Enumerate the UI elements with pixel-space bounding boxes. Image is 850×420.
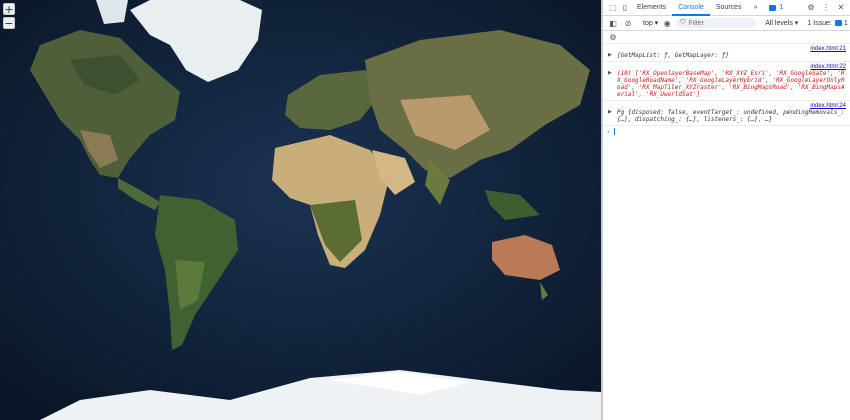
- kebab-menu-icon[interactable]: ⋮: [820, 2, 832, 14]
- zoom-out-button[interactable]: −: [3, 17, 15, 29]
- world-map[interactable]: + −: [0, 0, 601, 420]
- filter-field[interactable]: ⛉: [676, 18, 757, 28]
- issues-badge[interactable]: 1: [769, 4, 783, 11]
- console-entry: index.html:22 ▶ (10) ['RX_OpenlayerBaseM…: [603, 62, 850, 101]
- issues-counter[interactable]: 1 Issue: 1: [807, 20, 847, 27]
- satellite-imagery: [0, 0, 601, 420]
- zoom-control: + −: [3, 3, 15, 29]
- prompt-chevron-icon: ›: [607, 128, 610, 136]
- console-settings-row: ⚙: [603, 31, 850, 44]
- issues-label: 1 Issue:: [807, 19, 832, 27]
- console-entry: index.html:24 ▶ Pg {disposed: false, eve…: [603, 101, 850, 126]
- filter-input[interactable]: [688, 19, 749, 27]
- live-expression-eye-icon[interactable]: ◉: [661, 17, 673, 29]
- log-levels-dropdown[interactable]: All levels ▾: [765, 19, 798, 27]
- text-caret: [613, 128, 615, 135]
- issues-count: 1: [843, 19, 848, 27]
- device-toolbar-icon[interactable]: ▯: [619, 2, 631, 14]
- settings-gear-icon[interactable]: ⚙: [805, 2, 817, 14]
- message-icon: [769, 4, 777, 11]
- message-icon: [834, 20, 842, 26]
- expand-arrow-icon[interactable]: ▶: [607, 70, 617, 77]
- inspect-element-icon[interactable]: ⬚: [607, 2, 619, 14]
- issues-badge-count: 1: [779, 4, 784, 11]
- close-icon[interactable]: ✕: [835, 2, 847, 14]
- log-value: {GetMapList: ƒ, GetMapLayer: ƒ}: [617, 52, 729, 59]
- more-tabs-button[interactable]: »: [748, 0, 764, 16]
- console-entry: index.html:21 ▶ {GetMapList: ƒ, GetMapLa…: [603, 44, 850, 62]
- console-toolbar: ◧ ⊘ top ▾ ◉ ⛉ All levels ▾ 1 Issue: 1: [603, 16, 850, 31]
- tab-elements[interactable]: Elements: [631, 0, 672, 16]
- clear-console-icon[interactable]: ⊘: [622, 17, 634, 29]
- devtools-panel: ⬚ ▯ Elements Console Sources » 1 ⚙ ⋮ ✕ ◧…: [603, 0, 850, 420]
- filter-icon: ⛉: [680, 19, 686, 26]
- tab-bar-actions: ⚙ ⋮ ✕: [805, 2, 850, 14]
- log-value: (10) ['RX_OpenlayerBaseMap', 'RX_XYZ_Esr…: [617, 70, 845, 98]
- console-output: index.html:21 ▶ {GetMapList: ƒ, GetMapLa…: [603, 44, 850, 138]
- devtools-tab-bar: ⬚ ▯ Elements Console Sources » 1 ⚙ ⋮ ✕: [603, 0, 850, 16]
- zoom-in-button[interactable]: +: [3, 3, 15, 15]
- tab-sources[interactable]: Sources: [710, 0, 748, 16]
- context-selector[interactable]: top ▾: [643, 19, 658, 27]
- tab-console[interactable]: Console: [672, 0, 710, 16]
- expand-arrow-icon[interactable]: ▶: [607, 109, 617, 116]
- log-value: Pg {disposed: false, eventTarget_: undef…: [617, 109, 845, 123]
- expand-arrow-icon[interactable]: ▶: [607, 52, 617, 59]
- console-settings-gear-icon[interactable]: ⚙: [607, 31, 619, 43]
- sidebar-toggle-icon[interactable]: ◧: [607, 17, 619, 29]
- console-prompt[interactable]: ›: [603, 126, 850, 138]
